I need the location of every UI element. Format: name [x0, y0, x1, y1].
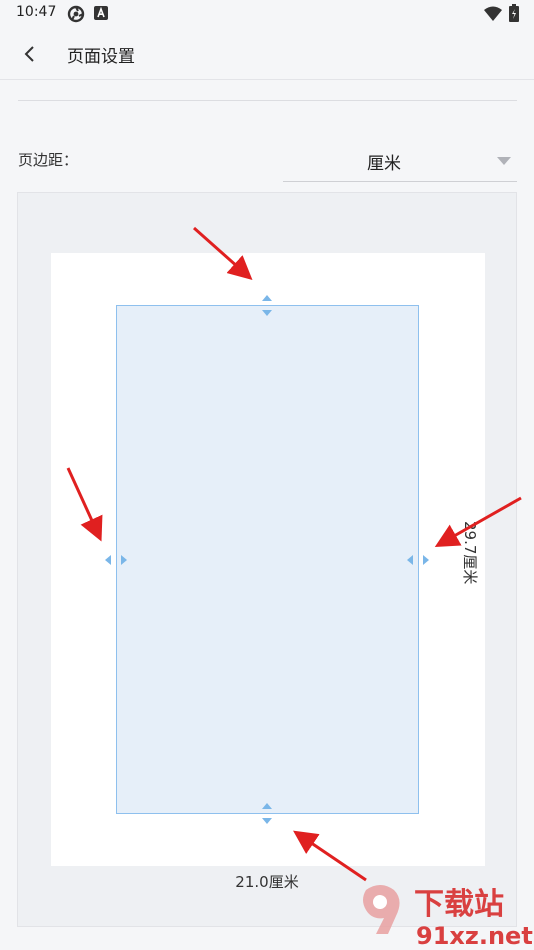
battery-icon: [509, 4, 519, 22]
page-title: 页面设置: [67, 47, 135, 67]
unit-value: 厘米: [367, 154, 401, 174]
chevron-left-icon: [24, 46, 34, 62]
back-button[interactable]: [14, 40, 46, 68]
bottom-margin-up-handle[interactable]: [261, 800, 273, 812]
margin-label: 页边距：: [18, 151, 79, 169]
app-bar: 页面设置: [0, 28, 534, 80]
right-margin-right-handle[interactable]: [420, 554, 432, 566]
right-margin-left-handle[interactable]: [404, 554, 416, 566]
left-margin-left-handle[interactable]: [102, 554, 114, 566]
bottom-margin-down-handle[interactable]: [261, 815, 273, 827]
divider: [18, 100, 517, 101]
keyboard-a-icon: [94, 6, 108, 20]
sync-icon: [67, 5, 85, 23]
top-margin-up-handle[interactable]: [261, 292, 273, 304]
watermark-logo: 下载站 91xz.net: [363, 885, 533, 950]
page-height-label: 29.7厘米: [461, 521, 479, 585]
unit-select[interactable]: 厘米: [283, 140, 517, 182]
content-region: [116, 305, 419, 814]
status-bar: 10:47: [0, 0, 534, 28]
watermark-brand: 下载站: [414, 887, 504, 922]
watermark-domain: 91xz.net: [416, 922, 533, 950]
status-time: 10:47: [16, 4, 57, 20]
wifi-icon: [484, 6, 502, 21]
top-margin-down-handle[interactable]: [261, 307, 273, 319]
left-margin-right-handle[interactable]: [118, 554, 130, 566]
page-preview: [17, 192, 517, 927]
dropdown-caret-icon: [497, 157, 511, 165]
paper-sheet: [51, 253, 485, 866]
